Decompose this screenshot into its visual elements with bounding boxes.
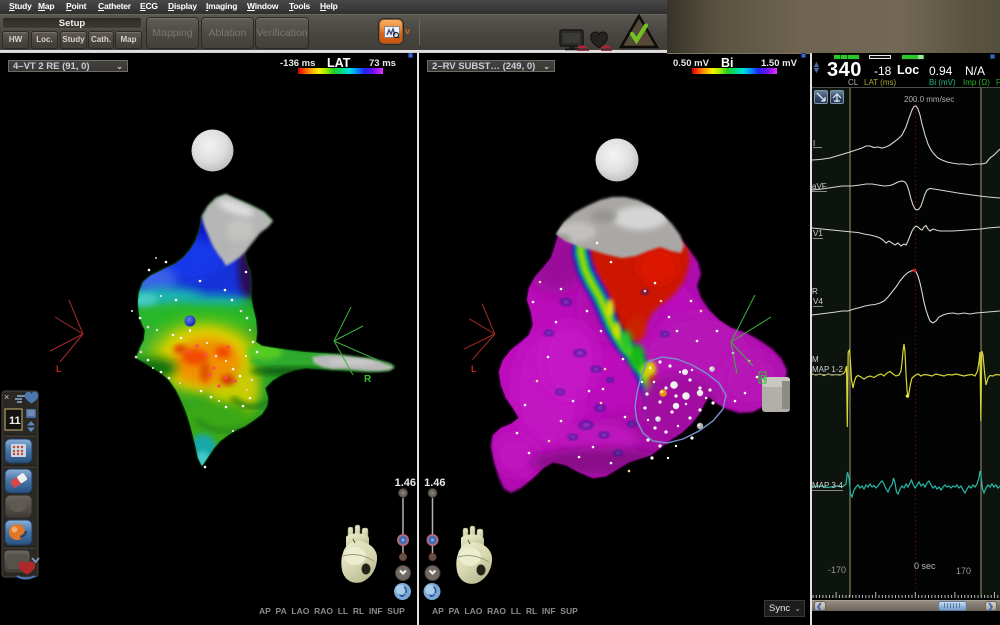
svg-text:170: 170 (956, 566, 971, 576)
svg-text:×: × (4, 392, 9, 402)
svg-text:11: 11 (9, 415, 21, 427)
svg-text:-170: -170 (828, 565, 846, 575)
svg-text:L: L (471, 364, 477, 374)
svg-text:L: L (56, 364, 62, 374)
svg-text:R: R (364, 374, 372, 385)
svg-text:0 sec: 0 sec (914, 561, 936, 571)
svg-text:1.46: 1.46 (395, 477, 416, 489)
svg-text:R: R (760, 374, 766, 383)
svg-text:1.46: 1.46 (424, 477, 445, 489)
